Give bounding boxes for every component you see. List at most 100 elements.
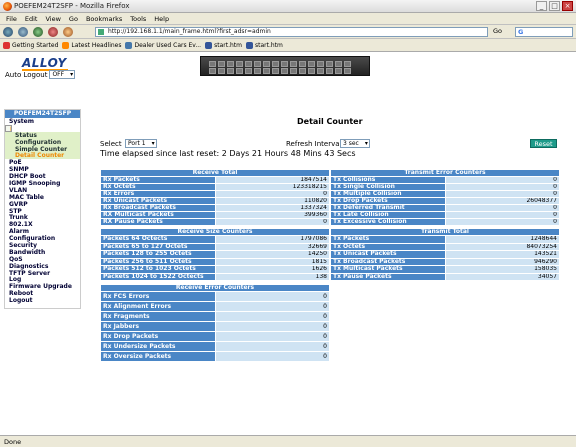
table-row: Rx Errors 0	[100, 190, 330, 198]
home-icon[interactable]	[63, 27, 73, 37]
sidebar-item-stp[interactable]: STP	[5, 208, 80, 215]
navigation-toolbar: http://192.168.1.1/main_frame.html?first…	[0, 25, 576, 39]
refresh-interval-select[interactable]: 3 sec	[340, 139, 370, 148]
table-row: Packets 1024 to 1522 Octects 138	[100, 272, 330, 281]
table-row: Tx Broadcast Packets 946290	[330, 257, 560, 266]
firefox-icon	[3, 2, 12, 11]
menu-view[interactable]: View	[42, 13, 63, 24]
counter-label: Packets 1024 to 1522 Octects	[100, 272, 216, 281]
sidebar-item-firmware-upgrade[interactable]: Firmware Upgrade	[5, 283, 80, 290]
go-button[interactable]: Go	[493, 27, 502, 35]
close-button[interactable]: ×	[562, 1, 573, 11]
menu-edit[interactable]: Edit	[22, 13, 41, 24]
bookmark-icon	[245, 41, 253, 49]
sidebar-item-bandwidth[interactable]: Bandwidth	[5, 249, 80, 256]
table-row: Tx Unicast Packets 143521	[330, 250, 560, 259]
counter-value: 0	[214, 301, 330, 312]
sidebar-item-log[interactable]: Log	[5, 276, 80, 284]
port-select[interactable]: Port 1	[125, 139, 157, 148]
sidebar-item-trunk[interactable]: Trunk	[5, 214, 80, 222]
sidebar-item-vlan[interactable]: VLAN	[5, 187, 80, 194]
sidebar-item-qos[interactable]: QoS	[5, 256, 80, 263]
counter-label: Rx Octets	[100, 183, 216, 191]
menu-bookmarks[interactable]: Bookmarks	[83, 13, 125, 24]
sidebar-title: POEFEM24T2SFP	[5, 110, 80, 118]
menu-file[interactable]: File	[3, 13, 20, 24]
menu-go[interactable]: Go	[66, 13, 81, 24]
forward-icon[interactable]	[18, 27, 28, 37]
counter-value: 84073254	[444, 242, 560, 251]
table-row: Rx Fragments 0	[100, 311, 330, 322]
table-row: Rx Drop Packets 0	[100, 331, 330, 342]
counter-value: 0	[214, 331, 330, 342]
sidebar-item-configuration[interactable]: Configuration	[5, 138, 80, 146]
receive-size-table: Receive Size Counters Packets 64 Octects 1…	[100, 228, 330, 281]
table-row: Rx Alignment Errors 0	[100, 301, 330, 312]
sidebar-item-system[interactable]: System	[5, 118, 80, 125]
bookmark-icon	[3, 41, 10, 49]
url-text: http://192.168.1.1/main_frame.html?first…	[108, 28, 271, 35]
counter-value: 32669	[214, 242, 330, 251]
maximize-button[interactable]: □	[549, 1, 560, 11]
counter-label: Packets 256 to 511 Octets	[100, 257, 216, 266]
counter-label: Packets 64 Octects	[100, 235, 216, 244]
sidebar-item-reboot[interactable]: Reboot	[5, 290, 80, 297]
menu-bar: File Edit View Go Bookmarks Tools Help	[0, 13, 576, 25]
sidebar-item-snmp[interactable]: SNMP	[5, 166, 80, 173]
menu-help[interactable]: Help	[151, 13, 172, 24]
sidebar-item-igmp-snooping[interactable]: IGMP Snooping	[5, 180, 80, 187]
menu-tools[interactable]: Tools	[127, 13, 149, 24]
bookmark-item[interactable]: Dealer Used Cars Ev...	[125, 41, 201, 49]
counter-label: Tx Late Collision	[330, 211, 446, 219]
sidebar-item-port[interactable]: Port	[5, 124, 12, 132]
table-row: Rx Oversize Packets 0	[100, 351, 330, 362]
auto-logout-select[interactable]: OFF	[49, 70, 76, 79]
table-row: Tx Late Collision 0	[330, 211, 560, 219]
sidebar-item-simple-counter[interactable]: Simple Counter	[5, 145, 80, 153]
table-row: Rx Packets 1847514	[100, 176, 330, 184]
counter-value: 34057	[444, 272, 560, 281]
reset-button[interactable]: Reset	[530, 139, 557, 148]
sidebar-item-gvrp[interactable]: GVRP	[5, 201, 80, 208]
counter-value: 138	[214, 272, 330, 281]
table-header: Receive Total	[100, 169, 330, 177]
counter-label: Rx Alignment Errors	[100, 301, 216, 312]
counter-label: Tx Broadcast Packets	[330, 257, 446, 266]
minimize-button[interactable]: _	[536, 1, 547, 11]
receive-total-table: Receive Total Rx Packets 1847514 Rx Octets 1…	[100, 169, 330, 226]
back-icon[interactable]	[3, 27, 13, 37]
window-title: POEFEM24T2SFP - Mozilla Firefox	[14, 2, 130, 10]
table-row: Tx Deferred Transmit 0	[330, 204, 560, 212]
table-header: Transmit Error Counters	[330, 169, 560, 177]
reload-icon[interactable]	[33, 27, 43, 37]
sidebar-item-detail-counter[interactable]: Detail Counter	[5, 152, 80, 160]
table-row: Tx Collisions 0	[330, 176, 560, 184]
counter-label: Rx Jabbers	[100, 321, 216, 332]
bookmark-item[interactable]: Getting Started	[3, 41, 58, 49]
sidebar-item-security[interactable]: Security	[5, 242, 80, 249]
sidebar-item-802-1x[interactable]: 802.1X	[5, 221, 80, 228]
table-row: Rx Octets 123318215	[100, 183, 330, 191]
sidebar-item-alarm[interactable]: Alarm	[5, 228, 80, 235]
sidebar-item-poe[interactable]: PoE	[5, 159, 80, 166]
counter-value: 0	[214, 321, 330, 332]
sidebar-item-mac-table[interactable]: MAC Table	[5, 194, 80, 201]
url-field[interactable]: http://192.168.1.1/main_frame.html?first…	[95, 27, 488, 37]
sidebar-item-configuration[interactable]: Configuration	[5, 235, 80, 242]
bookmark-item[interactable]: start.htm	[245, 41, 283, 49]
counter-label: Rx Unicast Packets	[100, 197, 216, 205]
counter-label: Rx Broadcast Packets	[100, 204, 216, 212]
sidebar-item-status[interactable]: Status	[5, 131, 80, 139]
bookmark-item[interactable]: Latest Headlines	[62, 41, 121, 49]
counter-label: Tx Octets	[330, 242, 446, 251]
stop-icon[interactable]	[48, 27, 58, 37]
page-title: Detail Counter	[297, 117, 363, 126]
bookmark-item[interactable]: start.htm	[205, 41, 242, 49]
sidebar-item-logout[interactable]: Logout	[5, 297, 80, 304]
sidebar-item-diagnostics[interactable]: Diagnostics	[5, 263, 80, 270]
counter-label: Tx Multicast Packets	[330, 265, 446, 274]
search-input[interactable]: G	[515, 27, 573, 37]
sidebar-item-dhcp-boot[interactable]: DHCP Boot	[5, 173, 80, 180]
port-row-top	[209, 61, 351, 67]
sidebar-item-tftp-server[interactable]: TFTP Server	[5, 270, 80, 277]
